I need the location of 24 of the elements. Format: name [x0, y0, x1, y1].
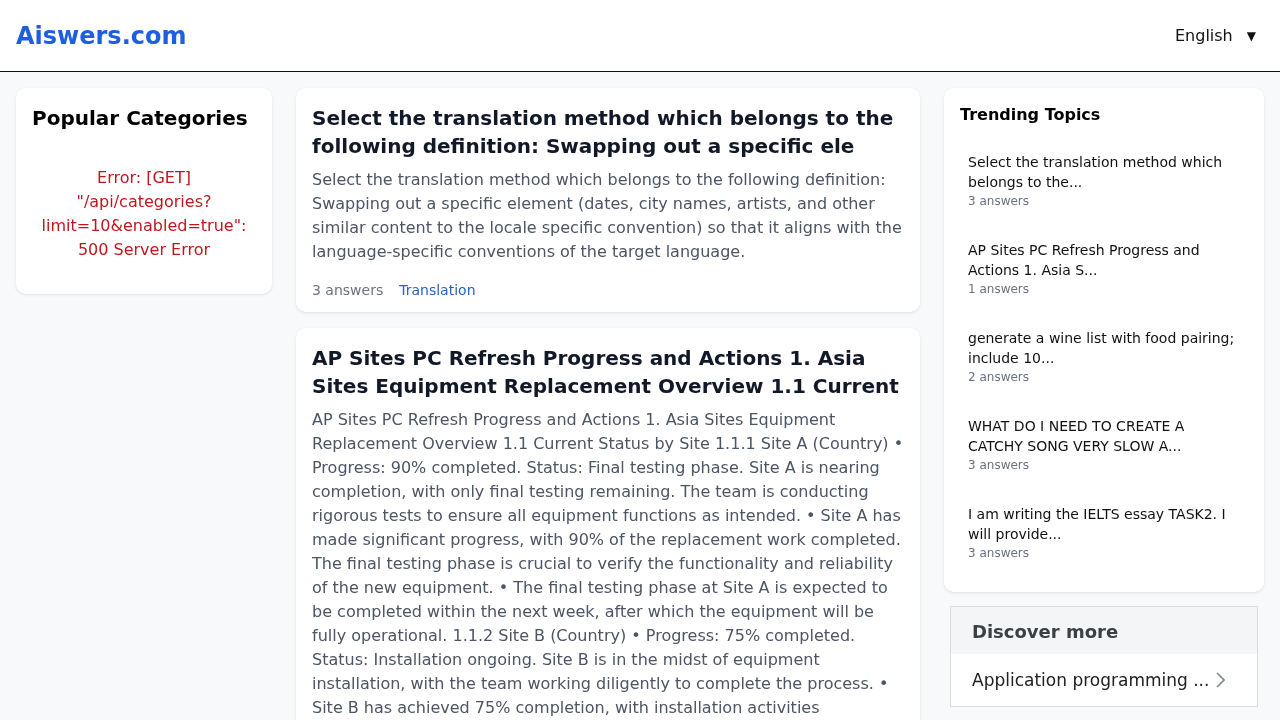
discover-item[interactable]: Application programming ... [951, 654, 1257, 706]
topic-link[interactable]: I am writing the IELTS essay TASK2. I will provide... [968, 504, 1240, 544]
question-title[interactable]: Select the translation method which belongs to the following definition: Swapping out a specific ele [312, 104, 904, 160]
chevron-right-icon [1215, 672, 1225, 688]
answer-count: 3 answers [968, 194, 1031, 208]
answer-count: 3 answers [968, 546, 1031, 560]
topic-link[interactable]: generate a wine list with food pairing; include 10... [968, 328, 1240, 368]
answer-count: 3 answers [968, 458, 1031, 472]
panel-title: Discover more [951, 607, 1257, 654]
card-title: Trending Topics [960, 104, 1102, 126]
error-message: Error: [GET] "/api/categories?limit=10&enabled=true": 500 Server Error [40, 167, 248, 261]
card-title: Popular Categories [32, 105, 249, 132]
topic-link[interactable]: Select the translation method which belongs to the... [968, 152, 1240, 192]
question-body: Select the translation method which belongs to the following definition: Swapping out a specific element (dates, city names, artists, and other similar content to the locale specific convention) so that it aligns with the language-specific conventions of the target language. [312, 169, 903, 263]
category-link[interactable]: Translation [399, 282, 476, 298]
site-logo[interactable]: Aiswers.com [16, 21, 187, 50]
topic-link[interactable]: WHAT DO I NEED TO CREATE A CATCHY SONG VERY SLOW A... [968, 416, 1240, 456]
answer-count: 1 answers [968, 282, 1031, 296]
question-body: AP Sites PC Refresh Progress and Actions 1. Asia Sites Equipment Replacement Overview 1.1 Current Status by Site 1.1.1 Site A (Country) • Progress: 90% completed. Status: Final testing phase. Site A is nearing completion, with only final testing remaining. The team is conducting rigorous tests to ensure all equipment functions as intended. • Site A has made significant progress, with 90% of the replacement work completed. The final testing phase is crucial to verify the functionality and reliability of the new equipment. • The final testing phase at Site A is expected to be completed within the next week, after which the equipment will be fully operational. 1.1.2 Site B (Country) • Progress: 75% completed. Status: Installation ongoing. Site B is in the midst of equipment installation, with the team working diligently to complete the process. • Site B has achieved 75% completion, with installation activities [312, 409, 904, 719]
question-title[interactable]: AP Sites PC Refresh Progress and Actions 1. Asia Sites Equipment Replacement Overview 1.1 Current [312, 344, 904, 400]
answer-count: 2 answers [968, 370, 1031, 384]
answer-count: 3 answers [312, 282, 384, 298]
language-select[interactable]: English ▼ [1175, 26, 1256, 45]
topic-link[interactable]: AP Sites PC Refresh Progress and Actions 1. Asia S... [968, 240, 1240, 280]
